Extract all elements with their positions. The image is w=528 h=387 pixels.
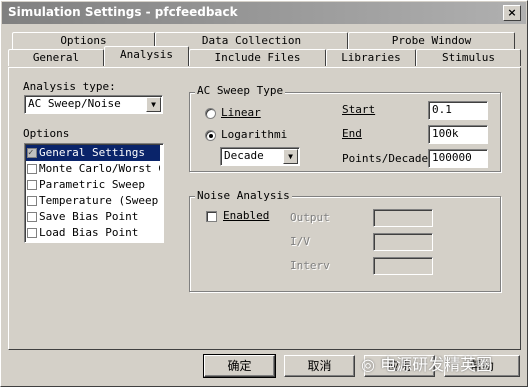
output-label: Output (290, 211, 330, 224)
ac-sweep-group-title: AC Sweep Type (195, 84, 286, 97)
list-item[interactable]: Load Bias Point (26, 225, 160, 241)
noise-enabled-label: Enabled (223, 209, 270, 222)
wechat-icon: ◎ (361, 355, 375, 374)
list-item-label: Temperature (Sweep) (39, 194, 160, 207)
checkbox-icon[interactable] (27, 196, 37, 206)
end-value: 100k (432, 127, 459, 140)
list-item-label: Load Bias Point (39, 226, 139, 239)
tab-data-collection-label: Data Collection (201, 34, 302, 47)
tab-analysis[interactable]: Analysis (104, 46, 189, 66)
tab-include-files[interactable]: Include Files (189, 49, 326, 66)
noise-analysis-group-title: Noise Analysis (195, 189, 292, 202)
log-mode-select[interactable]: Decade ▼ (220, 147, 300, 166)
options-list[interactable]: General Settings Monte Carlo/Worst Cas P… (24, 143, 164, 243)
chevron-down-icon[interactable]: ▼ (146, 97, 161, 112)
analysis-type-select[interactable]: AC Sweep/Noise ▼ (24, 95, 163, 114)
list-item-label: Monte Carlo/Worst Cas (39, 162, 160, 175)
list-item[interactable]: Parametric Sweep (26, 177, 160, 193)
interval-input[interactable] (373, 257, 433, 275)
list-item-label: Parametric Sweep (39, 178, 145, 191)
tab-stimulus[interactable]: Stimulus (416, 49, 521, 66)
checkbox-icon[interactable] (27, 180, 37, 190)
tab-libraries[interactable]: Libraries (326, 49, 416, 66)
watermark-text: 电源研发精英圈 (380, 355, 493, 374)
tab-analysis-label: Analysis (120, 48, 173, 61)
logarithmic-label: Logarithmi (221, 128, 287, 141)
linear-radio[interactable] (205, 108, 216, 119)
chevron-down-icon[interactable]: ▼ (283, 149, 298, 164)
radio-dot (209, 134, 213, 138)
list-item[interactable]: Save Bias Point (26, 209, 160, 225)
tab-stimulus-label: Stimulus (442, 51, 495, 64)
ok-button[interactable]: 确定 (203, 354, 276, 378)
checkbox-icon[interactable] (27, 164, 37, 174)
checkbox-icon[interactable] (27, 228, 37, 238)
list-item-label: General Settings (39, 146, 145, 159)
points-per-decade-value: 100000 (432, 151, 472, 164)
tab-include-files-label: Include Files (214, 51, 301, 64)
iv-input[interactable] (373, 233, 433, 251)
window-title: Simulation Settings - pfcfeedback (8, 5, 238, 19)
options-label: Options (23, 127, 70, 140)
analysis-type-label: Analysis type: (23, 80, 116, 93)
iv-label: I/V (290, 235, 310, 248)
close-icon[interactable]: × (503, 5, 521, 21)
end-input[interactable]: 100k (428, 125, 488, 144)
tab-probe-window-label: Probe Window (391, 34, 472, 47)
tab-libraries-label: Libraries (341, 51, 401, 64)
list-item-label: Save Bias Point (39, 210, 139, 223)
list-item[interactable]: Monte Carlo/Worst Cas (26, 161, 160, 177)
points-per-decade-input[interactable]: 100000 (428, 149, 488, 168)
linear-label-text: Linear (221, 106, 261, 119)
tab-general-label: General (32, 51, 80, 64)
simulation-settings-window: Simulation Settings - pfcfeedback × Opti… (0, 0, 528, 387)
tab-general[interactable]: General (8, 49, 104, 66)
analysis-panel: Analysis type: AC Sweep/Noise ▼ Options … (8, 67, 521, 350)
noise-enabled-checkbox[interactable] (206, 211, 217, 222)
checkbox-icon[interactable] (27, 212, 37, 222)
title-bar[interactable]: Simulation Settings - pfcfeedback × (2, 2, 526, 24)
start-input[interactable]: 0.1 (428, 101, 488, 120)
tab-options-label: Options (60, 34, 107, 47)
logarithmic-label-text: Logarithmi (221, 128, 288, 141)
tab-probe-window[interactable]: Probe Window (348, 32, 515, 49)
interval-label: Interv (290, 259, 330, 272)
linear-label: Linear (221, 106, 261, 119)
start-label: Start (342, 103, 376, 116)
list-item[interactable]: General Settings (26, 145, 160, 161)
end-label: End (342, 127, 362, 140)
cancel-button[interactable]: 取消 (284, 355, 355, 377)
list-item[interactable]: Temperature (Sweep) (26, 193, 160, 209)
watermark: ◎ 电源研发精英圈 (361, 351, 492, 375)
start-value: 0.1 (432, 103, 452, 116)
logarithmic-radio[interactable] (205, 130, 216, 141)
analysis-type-value: AC Sweep/Noise (28, 97, 121, 110)
checkbox-icon[interactable] (27, 145, 37, 161)
points-per-decade-label: Points/Decade (342, 152, 429, 165)
log-mode-value: Decade (224, 149, 264, 162)
output-input[interactable] (373, 209, 433, 227)
